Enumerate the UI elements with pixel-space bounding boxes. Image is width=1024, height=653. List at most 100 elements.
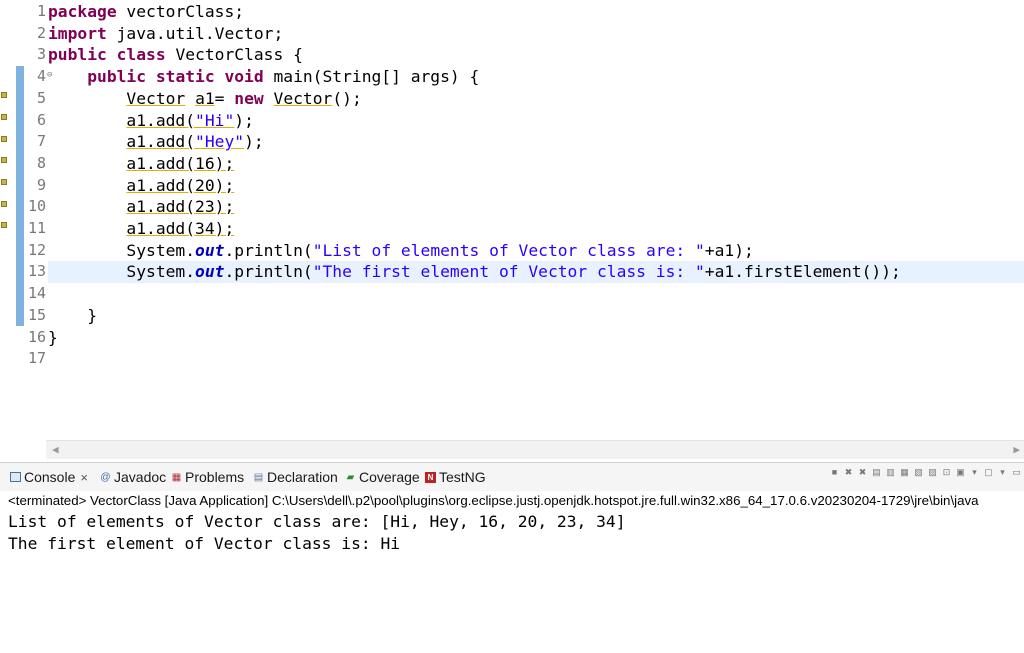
line-number: 2	[36, 23, 46, 42]
code-text: .println(	[224, 240, 313, 260]
clear-console-icon[interactable]: ▤	[871, 467, 882, 478]
output-line: The first element of Vector class is: Hi	[8, 534, 401, 553]
warning-marker-icon[interactable]	[1, 157, 7, 163]
code-text: a1.add(	[126, 110, 196, 130]
code-text: =	[214, 88, 235, 108]
code-line[interactable]: a1.add(16);	[48, 153, 1024, 175]
code-editor[interactable]: 1 2 3 4 ⊖ 5 6 7 8 9 10 11 12 13 14 15 16…	[0, 0, 1024, 440]
code-text: a1.add(16);	[126, 153, 235, 173]
scroll-right-icon[interactable]: ▶	[1013, 443, 1020, 456]
keyword: new	[234, 88, 264, 108]
keyword: package	[48, 2, 117, 21]
code-area[interactable]: package vectorClass; import java.util.Ve…	[48, 0, 1024, 440]
line-number: 17	[27, 349, 46, 368]
view-tab-bar: Console × @ Javadoc ▦ Problems ▤ Declara…	[0, 463, 1024, 491]
tab-label: Console	[24, 469, 76, 485]
keyword: public class	[48, 45, 166, 65]
code-text: +a1.firstElement());	[704, 262, 901, 282]
tab-label: Coverage	[359, 469, 420, 485]
code-text: VectorClass {	[165, 45, 303, 65]
scroll-left-icon[interactable]: ◀	[52, 443, 59, 456]
tab-problems[interactable]: ▦ Problems	[171, 469, 244, 485]
code-line[interactable]: a1.add(20);	[48, 175, 1024, 197]
word-wrap-icon[interactable]: ▦	[899, 467, 910, 478]
code-line[interactable]: a1.add("Hey");	[48, 131, 1024, 153]
coverage-icon: ▰	[346, 471, 355, 483]
pin-console-icon[interactable]: ⊡	[941, 467, 952, 478]
line-number: 15	[27, 305, 46, 324]
code-line[interactable]: a1.add(23);	[48, 196, 1024, 218]
tab-testng[interactable]: N TestNG	[425, 469, 486, 485]
static-field: out	[195, 240, 225, 260]
console-panel[interactable]: Console × @ Javadoc ▦ Problems ▤ Declara…	[0, 462, 1024, 653]
tab-console[interactable]: Console ×	[10, 469, 88, 485]
line-number: 8	[36, 153, 46, 172]
keyword: public static void	[87, 67, 264, 87]
line-number: 6	[36, 110, 46, 129]
code-line[interactable]: }	[48, 305, 1024, 327]
code-line[interactable]: }	[48, 327, 1024, 349]
code-line[interactable]: public class VectorClass {	[48, 44, 1024, 66]
tab-label: Javadoc	[114, 469, 167, 485]
show-on-error-icon[interactable]: ▨	[927, 467, 938, 478]
close-icon[interactable]: ×	[80, 470, 88, 485]
line-number: 7	[36, 132, 46, 151]
warning-marker-icon[interactable]	[1, 114, 7, 120]
terminate-icon[interactable]: ■	[829, 467, 840, 478]
warning-marker-icon[interactable]	[1, 92, 7, 98]
code-text: }	[48, 327, 58, 347]
new-console-icon[interactable]: ▢	[983, 467, 994, 478]
tab-declaration[interactable]: ▤ Declaration	[253, 469, 338, 485]
code-line[interactable]: System.out.println("List of elements of …	[48, 240, 1024, 262]
code-line[interactable]: public static void main(String[] args) {	[48, 66, 1024, 88]
warning-marker-icon[interactable]	[1, 179, 7, 185]
code-line[interactable]: a1.add("Hi");	[48, 110, 1024, 132]
show-on-output-icon[interactable]: ▧	[913, 467, 924, 478]
tab-coverage[interactable]: ▰ Coverage	[345, 469, 420, 485]
string-literal: "Hey"	[195, 132, 245, 152]
remove-all-terminated-icon[interactable]: ✖	[857, 467, 868, 478]
scroll-lock-icon[interactable]: ▥	[885, 467, 896, 478]
horizontal-scrollbar[interactable]: ◀ ▶	[46, 440, 1024, 459]
warning-marker-icon[interactable]	[1, 201, 7, 207]
line-number: 16	[27, 327, 46, 346]
code-line[interactable]: Vector a1= new Vector();	[48, 88, 1024, 110]
warning-marker-icon[interactable]	[1, 136, 7, 142]
vertical-ruler	[0, 0, 8, 440]
code-line[interactable]: package vectorClass;	[48, 1, 1024, 23]
line-number: 5	[36, 88, 46, 107]
code-line[interactable]: import java.util.Vector;	[48, 23, 1024, 45]
output-line: List of elements of Vector class are: [H…	[8, 512, 626, 531]
line-number: 1	[36, 2, 46, 20]
warning-marker-icon[interactable]	[1, 222, 7, 228]
line-number: 12	[27, 240, 46, 259]
line-number: 11	[27, 219, 46, 237]
view-menu-icon[interactable]: ▾	[997, 467, 1008, 478]
line-number: 3	[36, 45, 46, 64]
minimize-icon[interactable]: ▭	[1011, 467, 1022, 478]
code-text: System.	[126, 262, 196, 282]
code-text: a1.add(34);	[126, 219, 235, 238]
display-selected-console-icon[interactable]: ▾	[969, 467, 980, 478]
open-console-icon[interactable]: ▣	[955, 467, 966, 478]
code-line[interactable]: a1.add(34);	[48, 218, 1024, 240]
line-number: 9	[36, 175, 46, 194]
code-text: );	[234, 110, 254, 130]
testng-icon: N	[425, 471, 436, 483]
tab-label: Problems	[185, 469, 245, 485]
console-output[interactable]: List of elements of Vector class are: [H…	[8, 511, 626, 555]
tab-javadoc[interactable]: @ Javadoc	[100, 469, 166, 485]
current-code-line[interactable]: System.out.println("The first element of…	[48, 261, 1024, 284]
tab-label: TestNG	[439, 469, 486, 485]
keyword: import	[48, 23, 107, 43]
remove-launch-icon[interactable]: ✖	[843, 467, 854, 478]
console-icon	[10, 472, 21, 482]
